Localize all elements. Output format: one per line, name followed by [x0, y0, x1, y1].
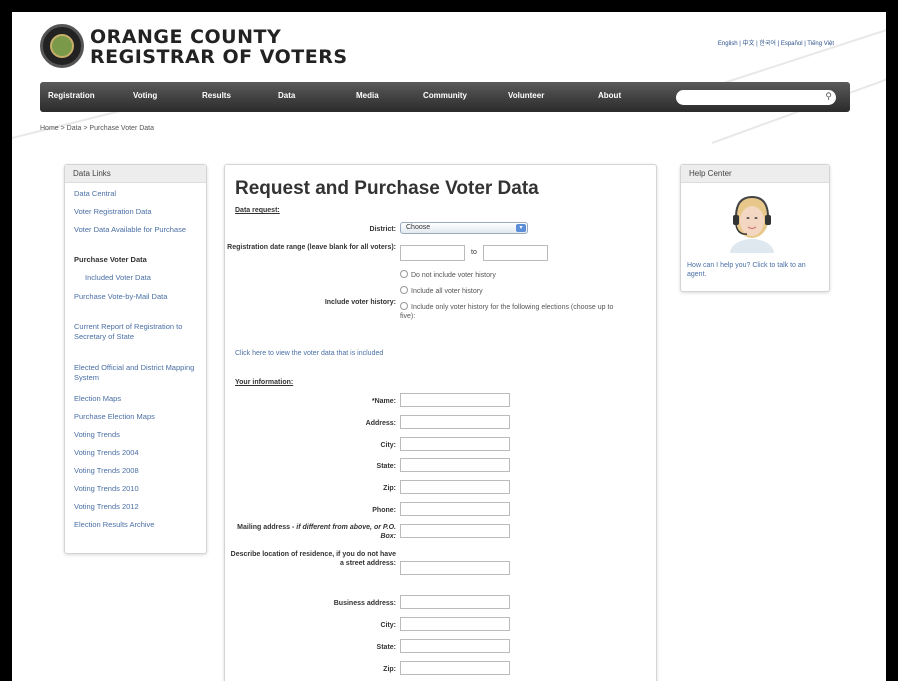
data-request-heading: Data request: [235, 207, 280, 214]
main-nav: Registration Voting Results Data Media C… [40, 82, 850, 112]
logo-line-2[interactable]: REGISTRAR OF VOTERS [90, 46, 348, 68]
nav-media[interactable]: Media [356, 91, 379, 100]
sidebar-link-included-voter-data[interactable]: Included Voter Data [85, 273, 213, 283]
history-option-label: Include all voter history [411, 288, 483, 295]
sidebar-link-election-results-archive[interactable]: Election Results Archive [74, 520, 202, 530]
data-links-panel: Data Links Data Central Voter Registrati… [64, 164, 207, 554]
name-input[interactable] [400, 393, 510, 407]
chevron-down-icon: ▾ [516, 224, 526, 232]
business-address-label: Business address: [333, 600, 396, 607]
sidebar-link-voting-trends[interactable]: Voting Trends [74, 430, 202, 440]
district-select-value: Choose [406, 224, 431, 231]
zip-label: Zip: [383, 485, 396, 492]
search-input[interactable]: ⚲ [676, 90, 836, 105]
history-option-all[interactable]: Include all voter history [400, 286, 483, 296]
address-input[interactable] [400, 415, 510, 429]
nav-community[interactable]: Community [423, 91, 467, 100]
mailing-address-label: Mailing address - if different from abov… [226, 523, 396, 541]
search-icon[interactable]: ⚲ [825, 91, 832, 102]
sidebar-link-current-report[interactable]: Current Report of Registration to Secret… [74, 322, 202, 342]
business-address-input[interactable] [400, 595, 510, 609]
sidebar-link-purchase-election-maps[interactable]: Purchase Election Maps [74, 412, 202, 422]
radio-circle-icon [400, 286, 408, 294]
business-zip-input[interactable] [400, 661, 510, 675]
nav-registration[interactable]: Registration [48, 91, 95, 100]
date-from-input[interactable] [400, 245, 465, 261]
business-state-input[interactable] [400, 639, 510, 653]
mailing-address-label-note: if different from above, or P.O. Box: [296, 524, 396, 540]
request-form-panel: Request and Purchase Voter Data Data req… [224, 164, 657, 681]
help-center-link[interactable]: How can I help you? Click to talk to an … [687, 261, 825, 279]
radio-circle-icon [400, 302, 408, 310]
voter-history-label: Include voter history: [324, 299, 396, 306]
site-header: ORANGE COUNTY REGISTRAR OF VOTERS Englis… [12, 12, 886, 82]
business-city-label: City: [380, 622, 396, 629]
date-to-label: to [471, 249, 477, 256]
radio-circle-icon [400, 270, 408, 278]
mailing-address-input[interactable] [400, 524, 510, 538]
district-select[interactable]: Choose ▾ [400, 222, 528, 234]
sidebar-link-voting-trends-2004[interactable]: Voting Trends 2004 [74, 448, 202, 458]
history-option-none[interactable]: Do not include voter history [400, 270, 496, 280]
sidebar-link-voting-trends-2008[interactable]: Voting Trends 2008 [74, 466, 202, 476]
city-input[interactable] [400, 437, 510, 451]
residence-description-label: Describe location of residence, if you d… [230, 551, 396, 567]
support-agent-icon[interactable] [719, 187, 785, 253]
county-seal-icon[interactable] [40, 24, 84, 68]
business-state-label: State: [376, 644, 396, 651]
state-input[interactable] [400, 458, 510, 472]
history-option-selected[interactable]: Include only voter history for the follo… [400, 302, 625, 321]
history-option-label: Do not include voter history [411, 272, 496, 279]
city-label: City: [380, 442, 396, 449]
sidebar-link-voting-trends-2012[interactable]: Voting Trends 2012 [74, 502, 202, 512]
business-city-input[interactable] [400, 617, 510, 631]
history-option-label: Include only voter history for the follo… [400, 304, 614, 320]
page-title: Request and Purchase Voter Data [235, 178, 539, 199]
language-links[interactable]: English | 中文 | 한국어 | Español | Tiếng Việ… [718, 38, 834, 47]
sidebar-link-purchase-voter-data[interactable]: Purchase Voter Data [74, 255, 202, 265]
sidebar-link-voter-data-available[interactable]: Voter Data Available for Purchase [74, 225, 202, 235]
data-links-title: Data Links [65, 165, 206, 183]
nav-data[interactable]: Data [278, 91, 295, 100]
help-center-panel: Help Center How can I help you? Click to… [680, 164, 830, 292]
view-included-data-link[interactable]: Click here to view the voter data that i… [235, 350, 383, 357]
business-zip-label: Zip: [383, 666, 396, 673]
date-to-input[interactable] [483, 245, 548, 261]
your-information-heading: Your information: [235, 379, 294, 386]
residence-description-input[interactable] [400, 561, 510, 575]
state-label: State: [376, 463, 396, 470]
nav-about[interactable]: About [598, 91, 621, 100]
help-center-title: Help Center [681, 165, 829, 183]
sidebar-link-elected-official[interactable]: Elected Official and District Mapping Sy… [74, 363, 202, 383]
nav-volunteer[interactable]: Volunteer [508, 91, 544, 100]
sidebar-link-purchase-vbm-data[interactable]: Purchase Vote-by-Mail Data [74, 292, 202, 302]
logo-line-1[interactable]: ORANGE COUNTY [90, 26, 281, 48]
sidebar-link-election-maps[interactable]: Election Maps [74, 394, 202, 404]
name-label: *Name: [371, 398, 396, 405]
breadcrumb[interactable]: Home > Data > Purchase Voter Data [40, 125, 154, 132]
sidebar-link-data-central[interactable]: Data Central [74, 189, 202, 199]
mailing-address-label-main: Mailing address - [237, 524, 297, 531]
zip-input[interactable] [400, 480, 510, 494]
phone-input[interactable] [400, 502, 510, 516]
address-label: Address: [365, 420, 396, 427]
sidebar-link-voter-registration-data[interactable]: Voter Registration Data [74, 207, 202, 217]
sidebar-link-voting-trends-2010[interactable]: Voting Trends 2010 [74, 484, 202, 494]
phone-label: Phone: [372, 507, 396, 514]
nav-results[interactable]: Results [202, 91, 231, 100]
district-label: District: [369, 226, 396, 233]
browser-page: ORANGE COUNTY REGISTRAR OF VOTERS Englis… [12, 12, 886, 681]
nav-voting[interactable]: Voting [133, 91, 157, 100]
date-range-label: Registration date range (leave blank for… [227, 244, 396, 251]
